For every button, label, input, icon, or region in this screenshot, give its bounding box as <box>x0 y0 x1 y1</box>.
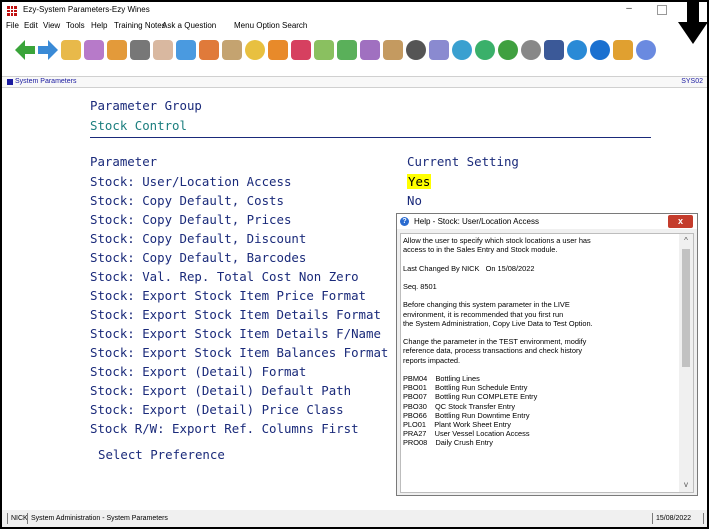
parameter-row[interactable]: Stock: Export Stock Item Balances Format <box>90 345 388 360</box>
help-text: Allow the user to specify which stock lo… <box>403 236 593 448</box>
help-scrollbar[interactable]: ^ v <box>679 234 693 492</box>
info-icon[interactable] <box>590 40 610 60</box>
eraser-icon[interactable] <box>153 40 173 60</box>
help-icon[interactable] <box>636 40 656 60</box>
menu-ask-a-question[interactable]: Ask a Question <box>162 21 216 30</box>
title-bar: Ezy-System Parameters-Ezy Wines – <box>2 2 707 19</box>
menu-help[interactable]: Help <box>91 21 107 30</box>
parameter-row[interactable]: Stock: Copy Default, Prices <box>90 212 291 227</box>
parameter-row[interactable]: Stock: Export Stock Item Details Format <box>90 307 381 322</box>
parameter-row[interactable]: Stock: Export (Detail) Default Path <box>90 383 351 398</box>
people-icon[interactable] <box>314 40 334 60</box>
parameter-row[interactable]: Stock R/W: Export Ref. Columns First <box>90 421 359 436</box>
help-title-bar: ? Help - Stock: User/Location Access x <box>397 214 697 229</box>
scroll-up-arrow-icon[interactable]: ^ <box>679 234 693 248</box>
status-module: System Administration - System Parameter… <box>27 513 627 524</box>
menu-file[interactable]: File <box>6 21 19 30</box>
help-title: Help - Stock: User/Location Access <box>414 217 539 226</box>
system-bar-code: SYS02 <box>681 78 703 85</box>
down-arrow-indicator-icon <box>678 0 708 44</box>
menu-option-search[interactable]: Menu Option Search <box>234 21 307 30</box>
setting-value[interactable]: No <box>407 193 422 208</box>
application-window: Ezy-System Parameters-Ezy Wines – File E… <box>0 0 709 529</box>
globe-icon[interactable] <box>452 40 472 60</box>
system-bar: System Parameters SYS02 <box>2 76 707 88</box>
parameter-row[interactable]: Stock: Copy Default, Discount <box>90 231 306 246</box>
chart-icon[interactable] <box>337 40 357 60</box>
minimize-button[interactable]: – <box>622 3 636 17</box>
status-bar: NICK System Administration - System Para… <box>2 510 707 527</box>
system-bar-label: System Parameters <box>15 78 77 85</box>
download-icon[interactable] <box>613 40 633 60</box>
app-grid-icon <box>7 6 17 16</box>
window-title: Ezy-System Parameters-Ezy Wines <box>23 5 150 14</box>
parameter-row[interactable]: Stock: Export (Detail) Price Class <box>90 402 344 417</box>
menu-bar: File Edit View Tools Help Training Notes… <box>2 19 707 34</box>
parameter-row[interactable]: Stock: Copy Default, Costs <box>90 193 284 208</box>
cube-icon[interactable] <box>268 40 288 60</box>
wand-icon[interactable] <box>222 40 242 60</box>
dollar-icon[interactable] <box>498 40 518 60</box>
card-icon[interactable] <box>429 40 449 60</box>
parameter-group-heading: Parameter Group <box>90 98 202 113</box>
menu-edit[interactable]: Edit <box>24 21 38 30</box>
select-preference-prompt: Select Preference <box>98 447 225 462</box>
parameter-row[interactable]: Stock: Export (Detail) Format <box>90 364 306 379</box>
module-square-icon <box>7 79 13 85</box>
printer-icon[interactable] <box>130 40 150 60</box>
wine-glass-icon[interactable] <box>291 40 311 60</box>
users-icon[interactable] <box>199 40 219 60</box>
setting-value-highlighted[interactable]: Yes <box>407 174 432 189</box>
refresh-icon[interactable] <box>567 40 587 60</box>
forward-icon[interactable] <box>38 40 58 60</box>
menu-training-notes[interactable]: Training Notes <box>114 21 166 30</box>
menu-view[interactable]: View <box>43 21 60 30</box>
coins-icon[interactable] <box>245 40 265 60</box>
parameter-row[interactable]: Stock: Export Stock Item Price Format <box>90 288 366 303</box>
current-setting-heading: Current Setting <box>407 154 519 169</box>
recycle-icon[interactable] <box>475 40 495 60</box>
pencil-icon[interactable] <box>61 40 81 60</box>
help-window: ? Help - Stock: User/Location Access x A… <box>396 213 698 496</box>
parameter-row[interactable]: Stock: User/Location Access <box>90 174 291 189</box>
parameter-row[interactable]: Stock: Copy Default, Barcodes <box>90 250 306 265</box>
parameter-heading: Parameter <box>90 154 158 169</box>
flask-icon[interactable] <box>360 40 380 60</box>
settings-gear-icon[interactable] <box>406 40 426 60</box>
menu-tools[interactable]: Tools <box>66 21 85 30</box>
status-user: NICK <box>7 513 28 524</box>
parameter-row[interactable]: Stock: Val. Rep. Total Cost Non Zero <box>90 269 359 284</box>
help-content: Allow the user to specify which stock lo… <box>400 233 694 493</box>
news-icon[interactable] <box>521 40 541 60</box>
clipboard-icon[interactable] <box>107 40 127 60</box>
parameter-group-name: Stock Control <box>90 118 187 133</box>
status-date: 15/08/2022 <box>652 513 704 524</box>
toolbar <box>2 34 707 68</box>
scroll-thumb[interactable] <box>682 249 690 367</box>
box-icon[interactable] <box>383 40 403 60</box>
scroll-down-arrow-icon[interactable]: v <box>679 478 693 492</box>
maximize-button[interactable] <box>657 5 667 15</box>
help-question-icon: ? <box>400 217 409 226</box>
back-icon[interactable] <box>15 40 35 60</box>
divider <box>90 137 651 138</box>
parameter-row[interactable]: Stock: Export Stock Item Details F/Name <box>90 326 381 341</box>
calendar-icon[interactable] <box>176 40 196 60</box>
edit-icon[interactable] <box>84 40 104 60</box>
facebook-icon[interactable] <box>544 40 564 60</box>
help-close-button[interactable]: x <box>668 215 693 228</box>
